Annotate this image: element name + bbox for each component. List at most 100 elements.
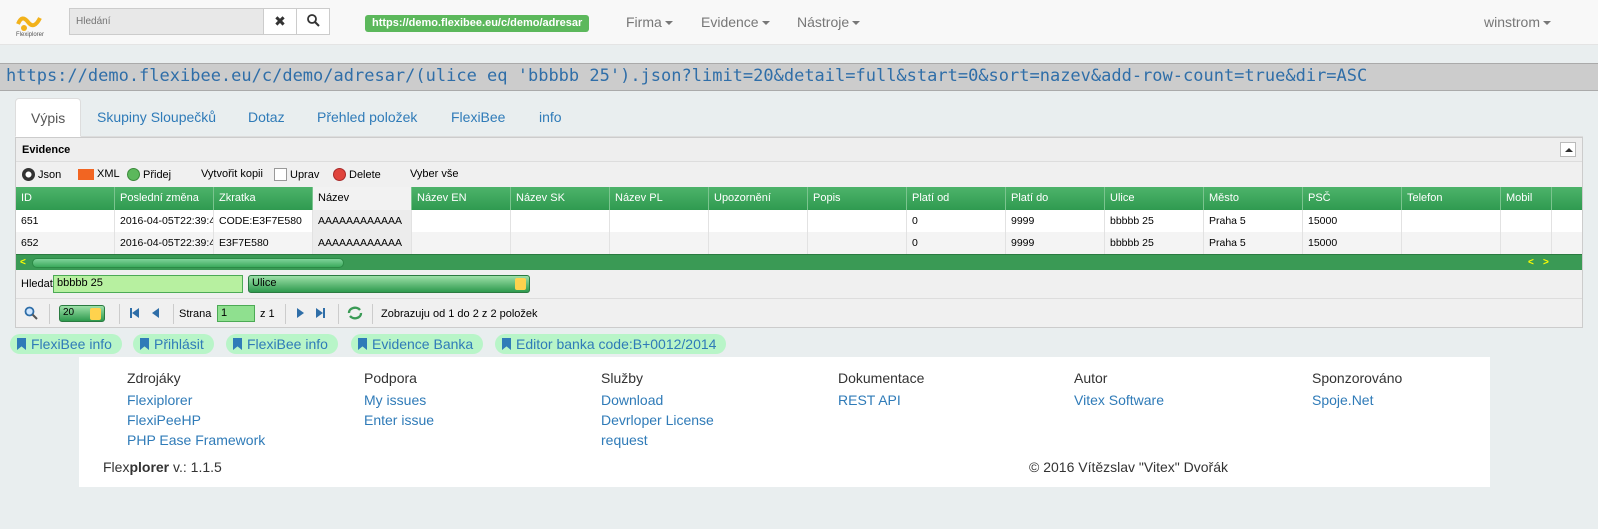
bookmark-flexibee-info[interactable]: FlexiBee info	[10, 334, 122, 354]
tab-skupiny-sloupecku[interactable]: Skupiny Sloupečků	[82, 98, 231, 137]
collapse-button[interactable]	[1560, 142, 1576, 157]
evidence-grid: Evidence Json XML Přidej Vytvořit kopii …	[15, 137, 1583, 328]
scroll-thumb[interactable]	[32, 258, 344, 268]
bookmark-flexibee-info-2[interactable]: FlexiBee info	[226, 334, 338, 354]
footer-link[interactable]: Download	[601, 390, 831, 410]
delete-button[interactable]: Delete	[333, 168, 381, 181]
footer-link[interactable]: Enter issue	[364, 410, 594, 430]
footer-col-podpora: Podpora My issues Enter issue	[364, 370, 594, 430]
tab-dotaz[interactable]: Dotaz	[233, 98, 300, 137]
next-page-button[interactable]	[297, 308, 304, 321]
xml-button[interactable]: XML	[78, 168, 120, 180]
footer-link[interactable]: Vitex Software	[1074, 390, 1304, 410]
tab-vypis[interactable]: Výpis	[15, 98, 82, 137]
table-cell: Praha 5	[1204, 210, 1303, 232]
column-header[interactable]: Upozornění	[709, 187, 808, 210]
add-button[interactable]: Přidej	[127, 168, 171, 181]
column-header[interactable]: Název PL	[610, 187, 709, 210]
search-field-select[interactable]: Ulice	[248, 275, 530, 293]
table-row[interactable]: 652 2016-04-05T22:39:4 E3F7E580 AAAAAAAAAAA…	[16, 232, 1582, 254]
column-header[interactable]: Platí od	[907, 187, 1006, 210]
refresh-button[interactable]	[347, 306, 363, 323]
column-header[interactable]: Platí do	[1006, 187, 1105, 210]
select-all-button[interactable]: Vyber vše	[410, 168, 459, 180]
column-header[interactable]: Poslední změna	[115, 187, 214, 210]
footer-link[interactable]: Spoje.Net	[1312, 390, 1482, 410]
column-header[interactable]: Město	[1204, 187, 1303, 210]
footer-link[interactable]: Flexiplorer	[127, 390, 357, 410]
table-cell	[412, 232, 511, 254]
delete-icon	[333, 168, 346, 181]
table-cell: 15000	[1303, 210, 1402, 232]
page-label: Strana	[179, 308, 212, 320]
scroll-left-icon[interactable]: <	[20, 257, 26, 268]
bookmark-prihlasit[interactable]: Přihlásit	[133, 334, 214, 354]
plus-icon	[127, 168, 140, 181]
menu-label: Nástroje	[797, 14, 850, 30]
table-cell: 0	[907, 232, 1006, 254]
first-page-button[interactable]	[130, 308, 139, 321]
footer-link[interactable]: PHP Ease Framework	[127, 430, 357, 450]
column-header[interactable]: Zkratka	[214, 187, 313, 210]
tab-info[interactable]: info	[524, 98, 577, 137]
scroll-right-icon[interactable]: >	[1543, 257, 1549, 268]
column-header[interactable]: Název EN	[412, 187, 511, 210]
url-badge[interactable]: https://demo.flexibee.eu/c/demo/adresar	[365, 15, 590, 32]
page-input[interactable]: 1	[217, 305, 255, 322]
user-menu[interactable]: winstrom	[1484, 14, 1552, 30]
separator	[173, 304, 174, 324]
column-header[interactable]: Popis	[808, 187, 907, 210]
search-input[interactable]	[69, 8, 264, 35]
edit-label: Uprav	[290, 168, 320, 181]
menu-label: Firma	[626, 14, 662, 30]
bookmark-icon	[502, 338, 511, 350]
footer-link[interactable]: My issues	[364, 390, 594, 410]
footer-link[interactable]: REST API	[838, 390, 1068, 410]
query-url-bar[interactable]: https://demo.flexibee.eu/c/demo/adresar/…	[0, 63, 1598, 91]
tab-prehled-polozek[interactable]: Přehled položek	[302, 98, 432, 137]
last-page-icon	[316, 308, 323, 318]
json-button[interactable]: Json	[22, 168, 61, 181]
horizontal-scrollbar[interactable]: < < >	[16, 254, 1582, 270]
grid-header: ID Poslední změna Zkratka Název Název EN Náze…	[16, 187, 1582, 210]
table-cell: CODE:E3F7E580	[214, 210, 313, 232]
grid-search-input[interactable]: bbbbb 25	[53, 275, 243, 293]
grid-pager: 20 Strana 1 z 1 Zobrazuju od 1 do 2 z 2 …	[16, 300, 1582, 328]
column-header[interactable]: Název SK	[511, 187, 610, 210]
footer-link[interactable]: request	[601, 430, 831, 450]
last-page-button[interactable]	[316, 308, 325, 321]
footer-link[interactable]: Devrloper License	[601, 410, 831, 430]
prev-page-button[interactable]	[152, 308, 159, 321]
copy-button[interactable]: Vytvořit kopii	[201, 168, 263, 180]
table-cell: 15000	[1303, 232, 1402, 254]
table-row[interactable]: 651 2016-04-05T22:39:4 CODE:E3F7E580 AAAAAA…	[16, 210, 1582, 232]
scroll-left-end-icon[interactable]: <	[1528, 257, 1534, 268]
bookmark-editor-banka[interactable]: Editor banka code:B+0012/2014	[495, 334, 727, 354]
page-size-value: 20	[63, 307, 75, 318]
menu-nastroje[interactable]: Nástroje	[797, 14, 861, 30]
page-total: z 1	[260, 308, 275, 320]
table-cell	[1501, 232, 1552, 254]
table-cell	[808, 210, 907, 232]
menu-firma[interactable]: Firma	[626, 14, 673, 30]
grid-body: 651 2016-04-05T22:39:4 CODE:E3F7E580 AAAAAA…	[16, 210, 1582, 254]
table-cell	[511, 232, 610, 254]
tab-flexibee[interactable]: FlexiBee	[436, 98, 520, 137]
clear-search-button[interactable]: ✖	[263, 8, 297, 35]
table-cell	[610, 210, 709, 232]
column-header[interactable]: Ulice	[1105, 187, 1204, 210]
menu-evidence[interactable]: Evidence	[701, 14, 770, 30]
footer-link[interactable]: FlexiPeeHP	[127, 410, 357, 430]
edit-button[interactable]: Uprav	[274, 168, 319, 181]
footer-heading: Autor	[1074, 370, 1108, 386]
pager-status: Zobrazuju od 1 do 2 z 2 položek	[381, 308, 538, 320]
search-button[interactable]	[296, 8, 330, 35]
column-header[interactable]: Název	[313, 187, 412, 210]
search-icon[interactable]	[24, 306, 38, 323]
column-header[interactable]: PSČ	[1303, 187, 1402, 210]
column-header[interactable]: Mobil	[1501, 187, 1552, 210]
page-size-select[interactable]: 20	[59, 305, 105, 322]
column-header[interactable]: Telefon	[1402, 187, 1501, 210]
bookmark-evidence-banka[interactable]: Evidence Banka	[351, 334, 484, 354]
column-header[interactable]: ID	[16, 187, 115, 210]
